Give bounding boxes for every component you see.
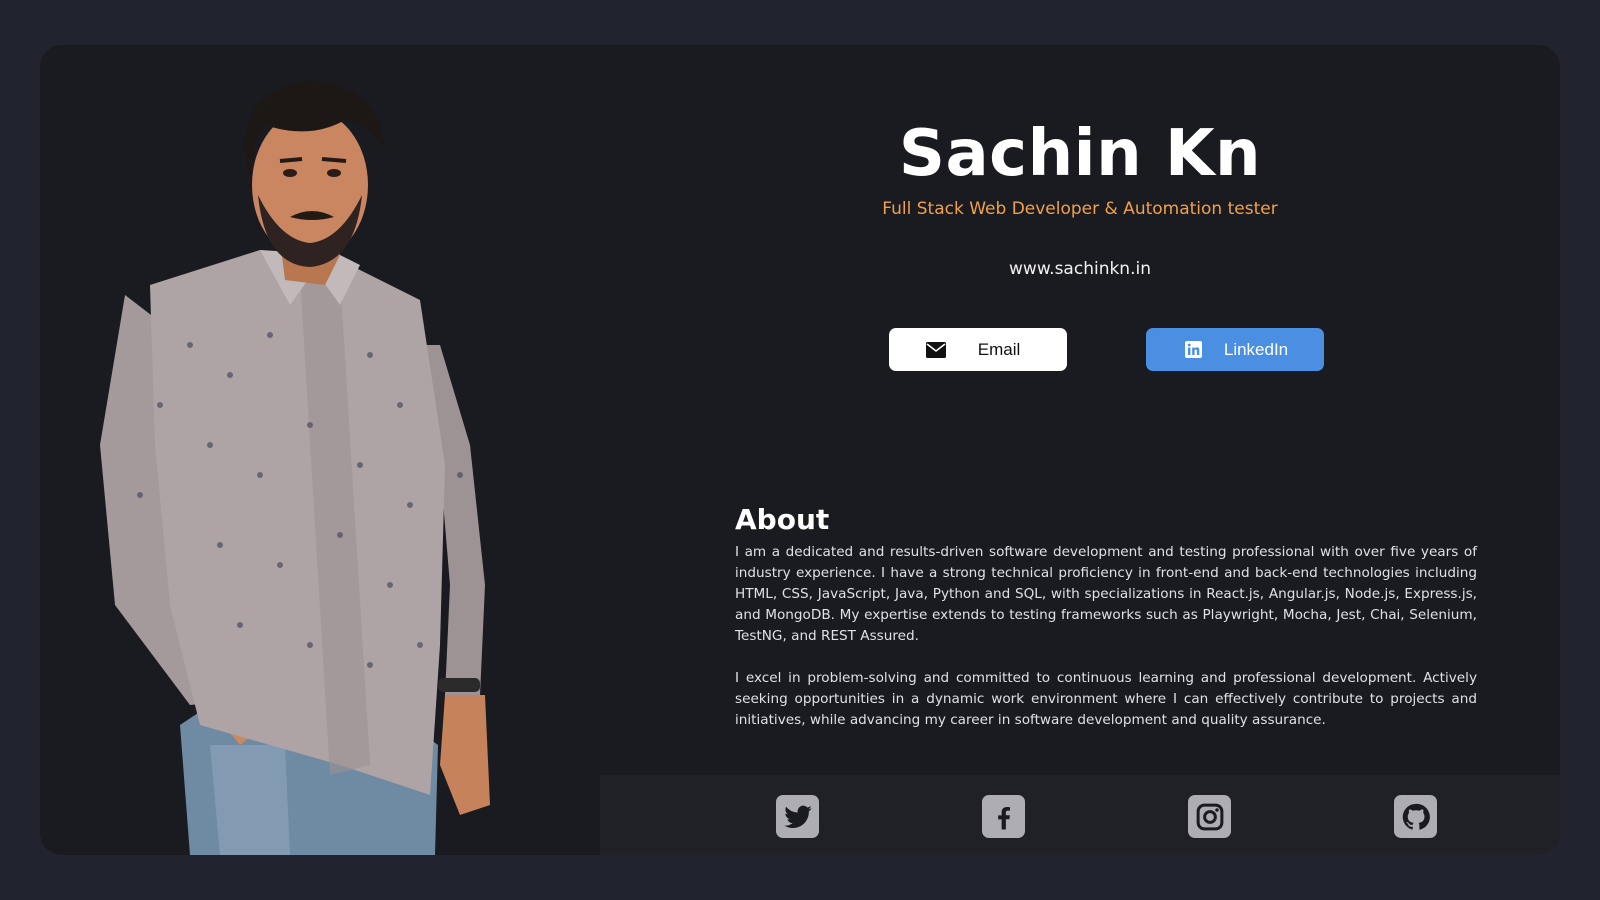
about-heading: About [735,503,830,536]
github-icon [1402,803,1430,830]
twitter-icon [783,805,812,828]
instagram-link[interactable] [1188,795,1231,838]
about-section: About I am a dedicated and results-drive… [735,503,1477,731]
linkedin-icon [1182,339,1204,361]
email-button[interactable]: Email [889,328,1067,371]
profile-card: Sachin Kn Full Stack Web Developer & Aut… [40,45,1560,855]
github-link[interactable] [1394,795,1437,838]
linkedin-button-label: LinkedIn [1223,339,1289,359]
profile-photo [40,45,600,855]
instagram-icon [1196,803,1223,830]
profile-name: Sachin Kn [898,117,1262,191]
facebook-link[interactable] [982,795,1025,838]
facebook-icon [997,806,1010,829]
envelope-icon [925,339,947,361]
profile-subtitle: Full Stack Web Developer & Automation te… [882,199,1278,219]
about-paragraph-2: I excel in problem-solving and committed… [735,670,1477,728]
profile-content: Sachin Kn Full Stack Web Developer & Aut… [600,45,1560,775]
email-button-label: Email [977,339,1021,359]
linkedin-button[interactable]: LinkedIn [1146,328,1324,371]
about-paragraph-1: I am a dedicated and results-driven soft… [735,544,1477,644]
social-links-bar [600,775,1560,855]
twitter-link[interactable] [776,795,819,838]
website-link[interactable]: www.sachinkn.in [600,259,1560,279]
